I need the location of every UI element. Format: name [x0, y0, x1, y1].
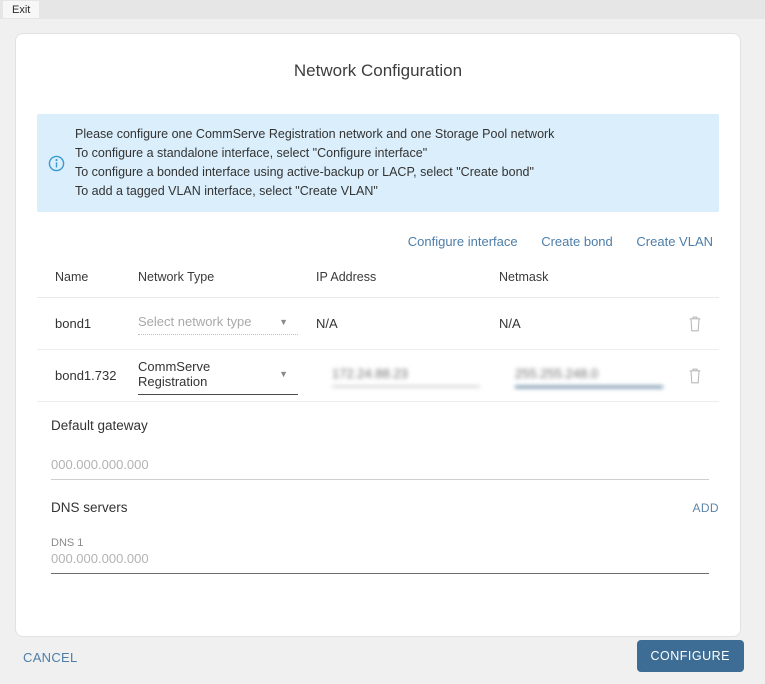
netmask-input[interactable]: [515, 363, 663, 388]
dns1-label: DNS 1: [51, 537, 84, 549]
chevron-down-icon: ▼: [279, 316, 288, 327]
add-dns-button[interactable]: ADD: [692, 501, 719, 515]
network-table: Name Network Type IP Address Netmask bon…: [37, 249, 719, 402]
select-placeholder: Select network type: [138, 314, 252, 329]
info-line: To configure a bonded interface using ac…: [75, 165, 534, 179]
network-type-select[interactable]: Select network type ▼: [138, 312, 298, 335]
info-banner: Please configure one CommServe Registrat…: [37, 114, 719, 212]
info-line: To add a tagged VLAN interface, select "…: [75, 184, 378, 198]
table-header-row: Name Network Type IP Address Netmask: [37, 249, 719, 298]
cancel-button[interactable]: CANCEL: [23, 650, 78, 665]
header-network-type: Network Type: [138, 270, 215, 284]
create-bond-link[interactable]: Create bond: [541, 234, 613, 249]
configure-button[interactable]: CONFIGURE: [636, 640, 744, 672]
select-value: CommServe Registration: [138, 358, 211, 389]
header-ip-address: IP Address: [316, 270, 377, 284]
interface-name: bond1.732: [55, 368, 117, 383]
ip-value: N/A: [316, 316, 338, 331]
create-vlan-link[interactable]: Create VLAN: [636, 234, 713, 249]
info-icon: [48, 155, 65, 172]
dialog-title: Network Configuration: [293, 61, 463, 80]
default-gateway-input[interactable]: [51, 457, 709, 480]
dns-servers-label: DNS servers: [51, 500, 128, 515]
trash-icon: [689, 316, 701, 331]
default-gateway-label: Default gateway: [51, 418, 148, 433]
table-row: bond1 Select network type ▼ N/A N/A: [37, 298, 719, 350]
trash-icon: [689, 368, 701, 383]
exit-tab[interactable]: Exit: [3, 1, 40, 18]
dns1-input[interactable]: [51, 551, 709, 574]
network-type-select[interactable]: CommServe Registration ▼: [138, 357, 298, 395]
header-netmask: Netmask: [499, 270, 549, 284]
top-bar: Exit: [0, 0, 765, 19]
chevron-down-icon: ▼: [279, 368, 288, 379]
info-line: To configure a standalone interface, sel…: [75, 146, 428, 160]
network-configuration-dialog: Network Configuration Please configure o…: [15, 33, 741, 637]
table-row: bond1.732 CommServe Registration ▼: [37, 350, 719, 402]
delete-interface-button[interactable]: [687, 315, 703, 333]
interface-name: bond1: [55, 316, 92, 331]
ip-address-input[interactable]: [332, 364, 480, 387]
configure-interface-link[interactable]: Configure interface: [408, 234, 518, 249]
info-line: Please configure one CommServe Registrat…: [75, 127, 555, 141]
delete-interface-button[interactable]: [687, 367, 703, 385]
dialog-footer: CANCEL CONFIGURE: [0, 638, 765, 678]
netmask-value: N/A: [499, 316, 521, 331]
header-name: Name: [55, 270, 89, 284]
table-actions: Configure interface Create bond Create V…: [37, 234, 719, 249]
